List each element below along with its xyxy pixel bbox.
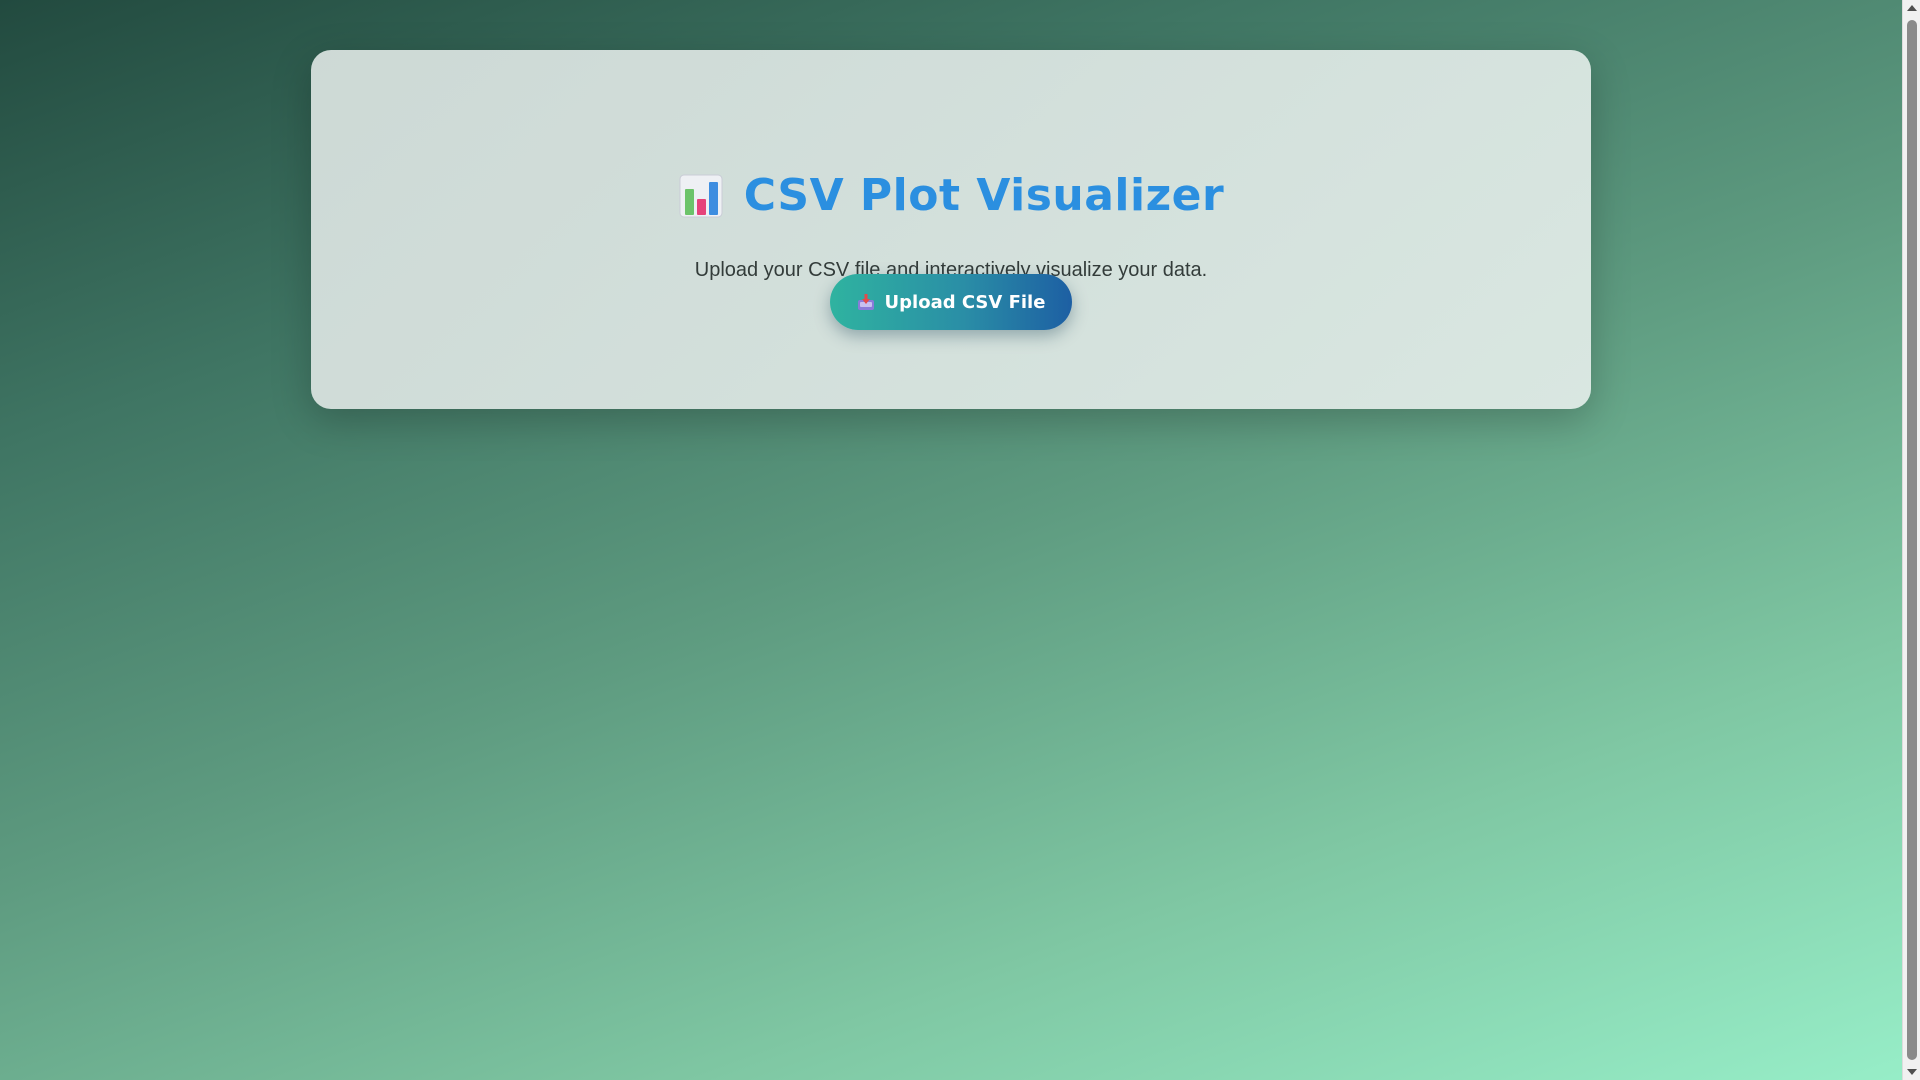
- main-card: CSV Plot Visualizer Upload your CSV file…: [311, 50, 1591, 409]
- title-row: CSV Plot Visualizer: [311, 170, 1591, 221]
- scroll-down-arrow-icon[interactable]: [1907, 1069, 1917, 1075]
- vertical-scrollbar[interactable]: [1902, 0, 1920, 1080]
- page-background: CSV Plot Visualizer Upload your CSV file…: [0, 0, 1902, 1080]
- upload-button-label: Upload CSV File: [884, 291, 1046, 313]
- inbox-tray-icon: [857, 293, 875, 311]
- bar-chart-icon: [678, 173, 724, 219]
- upload-csv-button[interactable]: Upload CSV File: [830, 274, 1072, 330]
- page-title: CSV Plot Visualizer: [743, 170, 1225, 221]
- scroll-thumb[interactable]: [1907, 20, 1917, 1060]
- scroll-up-arrow-icon[interactable]: [1907, 5, 1917, 11]
